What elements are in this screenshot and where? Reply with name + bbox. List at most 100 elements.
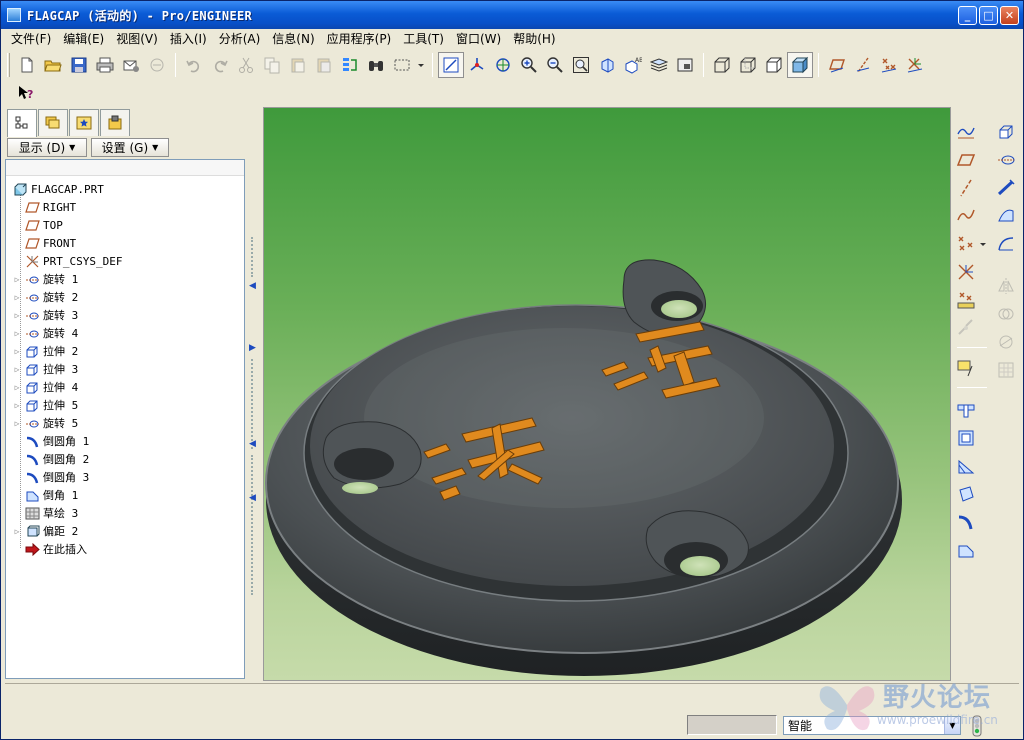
title-bar[interactable]: FLAGCAP (活动的) - Pro/ENGINEER _ □ ✕ <box>1 1 1023 29</box>
expand-arrow-icon[interactable]: ▷ <box>12 347 22 356</box>
tree-item[interactable]: 在此插入 <box>12 540 87 558</box>
expand-arrow-icon[interactable]: ▷ <box>12 275 22 284</box>
menu-help[interactable]: 帮助(H) <box>507 30 561 48</box>
chamfer-tool-button[interactable] <box>953 537 979 563</box>
mirror-tool-button[interactable] <box>993 273 1019 299</box>
collapse-left-arrow-icon[interactable]: ◀ <box>249 493 257 503</box>
graphics-viewport[interactable] <box>263 107 951 681</box>
selection-box-button[interactable] <box>389 52 415 78</box>
repaint-button[interactable] <box>438 52 464 78</box>
tab-folder-browser[interactable] <box>38 109 68 136</box>
tree-item[interactable]: 倒圆角 1 <box>12 432 89 450</box>
expand-right-arrow-icon[interactable]: ▶ <box>249 343 257 353</box>
splitter-grip[interactable] <box>251 359 255 449</box>
zoom-out-button[interactable] <box>542 52 568 78</box>
tree-item[interactable]: ▷ 旋转 1 <box>12 270 79 288</box>
hole-tool-button[interactable] <box>953 397 979 423</box>
tree-item[interactable]: 倒角 1 <box>12 486 78 504</box>
tree-item[interactable]: PRT_CSYS_DEF <box>12 252 122 270</box>
collapse-left-arrow-icon[interactable]: ◀ <box>249 439 257 449</box>
axis-display-button[interactable] <box>850 52 876 78</box>
saved-views-button[interactable]: AB <box>620 52 646 78</box>
regenerate-button[interactable] <box>337 52 363 78</box>
wireframe-button[interactable] <box>709 52 735 78</box>
collapse-left-arrow-icon[interactable]: ◀ <box>249 281 257 291</box>
close-button[interactable]: ✕ <box>1000 6 1019 25</box>
tree-item[interactable]: TOP <box>12 216 63 234</box>
app-icon[interactable] <box>7 8 21 22</box>
style-tool-button[interactable] <box>993 231 1019 257</box>
menu-window[interactable]: 窗口(W) <box>450 30 507 48</box>
undo-button[interactable] <box>181 52 207 78</box>
tree-item[interactable]: ▷ 旋转 5 <box>12 414 79 432</box>
tree-item[interactable]: ▷ 拉伸 2 <box>12 342 79 360</box>
extrude-tool-button[interactable] <box>993 119 1019 145</box>
datum-axis-tool-button[interactable] <box>953 175 979 201</box>
expand-arrow-icon[interactable]: ▷ <box>12 527 22 536</box>
pattern-tool-button[interactable] <box>993 357 1019 383</box>
send-mail-button[interactable] <box>118 52 144 78</box>
maximize-button[interactable]: □ <box>979 6 998 25</box>
menu-file[interactable]: 文件(F) <box>5 30 57 48</box>
context-help-button[interactable]: ? <box>15 82 37 104</box>
open-file-button[interactable] <box>40 52 66 78</box>
datum-point-dropdown[interactable] <box>977 231 989 257</box>
view-manager-button[interactable] <box>672 52 698 78</box>
new-file-button[interactable] <box>14 52 40 78</box>
tree-item[interactable]: 倒圆角 3 <box>12 468 89 486</box>
splitter-grip[interactable] <box>251 237 255 277</box>
save-button[interactable] <box>66 52 92 78</box>
cut-button[interactable] <box>233 52 259 78</box>
expand-arrow-icon[interactable]: ▷ <box>12 311 22 320</box>
menu-edit[interactable]: 编辑(E) <box>57 30 110 48</box>
csys-display-button[interactable] <box>902 52 928 78</box>
expand-arrow-icon[interactable]: ▷ <box>12 401 22 410</box>
tree-item[interactable]: ▷ 偏距 2 <box>12 522 78 540</box>
tab-connections[interactable] <box>100 109 130 136</box>
copy-button[interactable] <box>259 52 285 78</box>
flagcap-part-model[interactable] <box>264 108 951 681</box>
toolbar-grip[interactable] <box>7 53 10 77</box>
datum-point-tool-button[interactable] <box>953 231 979 257</box>
paste-button[interactable] <box>285 52 311 78</box>
minimize-button[interactable]: _ <box>958 6 977 25</box>
find-button[interactable] <box>363 52 389 78</box>
splitter-grip[interactable] <box>251 455 255 595</box>
menu-info[interactable]: 信息(N) <box>266 30 320 48</box>
insert-datum-button[interactable] <box>953 315 979 341</box>
model-tree[interactable]: FLAGCAP.PRT RIGHT TOP FRONT PRT_CSYS_DEF ▷ 旋转 … <box>5 159 245 679</box>
merge-tool-button[interactable] <box>993 301 1019 327</box>
menu-analysis[interactable]: 分析(A) <box>213 30 267 48</box>
menu-insert[interactable]: 插入(I) <box>164 30 213 48</box>
show-menu-button[interactable]: 显示 (D) ▼ <box>7 138 87 157</box>
tree-item[interactable]: ▷ 拉伸 4 <box>12 378 79 396</box>
tab-favorites[interactable] <box>69 109 99 136</box>
orient-mode-button[interactable] <box>490 52 516 78</box>
expand-arrow-icon[interactable]: ▷ <box>12 329 22 338</box>
datum-csys-tool-button[interactable] <box>953 259 979 285</box>
refit-button[interactable] <box>568 52 594 78</box>
layers-button[interactable] <box>646 52 672 78</box>
panel-splitter[interactable]: ◀ ▶ ◀ ◀ <box>249 107 261 683</box>
tree-item[interactable]: FLAGCAP.PRT <box>10 180 104 198</box>
tree-item[interactable]: 草绘 3 <box>12 504 78 522</box>
no-hidden-button[interactable] <box>761 52 787 78</box>
plane-display-button[interactable] <box>824 52 850 78</box>
rib-tool-button[interactable] <box>953 453 979 479</box>
annotation-button[interactable] <box>953 355 979 381</box>
trim-tool-button[interactable] <box>993 329 1019 355</box>
zoom-in-button[interactable] <box>516 52 542 78</box>
tree-item[interactable]: ▷ 旋转 2 <box>12 288 79 306</box>
shell-tool-button[interactable] <box>953 425 979 451</box>
expand-arrow-icon[interactable]: ▷ <box>12 293 22 302</box>
hidden-line-button[interactable] <box>735 52 761 78</box>
send-link-button[interactable] <box>144 52 170 78</box>
spin-center-button[interactable] <box>464 52 490 78</box>
expand-arrow-icon[interactable]: ▷ <box>12 383 22 392</box>
round-tool-button[interactable] <box>953 509 979 535</box>
paste-special-button[interactable] <box>311 52 337 78</box>
datum-curve-tool-button[interactable] <box>953 203 979 229</box>
menu-view[interactable]: 视图(V) <box>110 30 164 48</box>
point-display-button[interactable] <box>876 52 902 78</box>
selection-dropdown[interactable] <box>415 52 427 78</box>
